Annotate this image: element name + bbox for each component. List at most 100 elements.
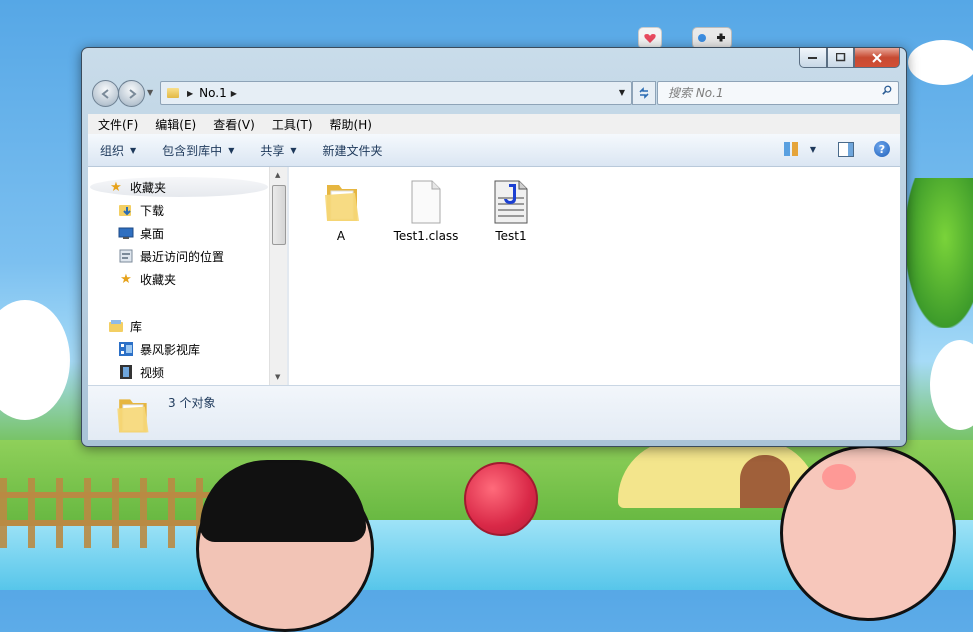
folder-icon bbox=[317, 177, 365, 225]
nav-item-label: 暴风影视库 bbox=[140, 342, 201, 357]
nav-favorites-header-label: 收藏夹 bbox=[130, 180, 167, 195]
wallpaper-tree bbox=[905, 178, 973, 328]
nav-item-desktop[interactable]: 桌面 bbox=[118, 223, 164, 243]
nav-item-recent-places[interactable]: 最近访问的位置 bbox=[118, 246, 224, 266]
chevron-down-icon: ▼ bbox=[228, 145, 235, 155]
star-icon: ★ bbox=[120, 271, 132, 287]
close-icon bbox=[872, 52, 882, 63]
search-input[interactable] bbox=[666, 82, 870, 104]
menu-bar: 文件(F) 编辑(E) 查看(V) 工具(T) 帮助(H) bbox=[88, 114, 900, 134]
search-icon[interactable] bbox=[882, 85, 892, 95]
wallpaper-cloud bbox=[908, 40, 973, 85]
blank-file-icon bbox=[402, 177, 450, 225]
file-name: Test1.class bbox=[393, 229, 459, 243]
command-bar: 组织 ▼ 包含到库中 ▼ 共享 ▼ 新建文件夹 ▼ ? bbox=[88, 134, 900, 167]
arrow-left-icon bbox=[100, 88, 109, 99]
scroll-up-icon[interactable]: ▲ bbox=[275, 171, 280, 179]
minimize-button[interactable] bbox=[799, 48, 827, 68]
video-library-icon bbox=[118, 341, 134, 357]
file-item-folder-a[interactable]: A bbox=[299, 177, 383, 243]
menu-view[interactable]: 查看(V) bbox=[203, 116, 262, 133]
breadcrumb-segment[interactable]: No.1 bbox=[199, 86, 227, 100]
menu-file[interactable]: 文件(F) bbox=[88, 116, 145, 133]
details-pane: 3 个对象 bbox=[88, 385, 900, 440]
file-name: Test1 bbox=[495, 229, 527, 243]
close-button[interactable] bbox=[854, 48, 900, 68]
share-button[interactable]: 共享 ▼ bbox=[248, 142, 306, 159]
navigation-bar: ▼ ▶ No.1 ▶ ▼ bbox=[90, 80, 899, 107]
recent-locations-dropdown[interactable]: ▼ bbox=[147, 88, 153, 97]
nav-item-downloads[interactable]: 下载 bbox=[118, 200, 164, 220]
wallpaper-fence-rail bbox=[0, 492, 220, 498]
preview-pane-icon[interactable] bbox=[838, 141, 854, 157]
refresh-button[interactable] bbox=[632, 81, 656, 105]
nav-item-label: 最近访问的位置 bbox=[140, 249, 225, 264]
wallpaper-character-cheek bbox=[822, 464, 856, 490]
nav-item-label: 收藏夹 bbox=[140, 272, 177, 287]
view-options-dropdown[interactable]: ▼ bbox=[810, 145, 816, 154]
nav-pane-scrollbar[interactable]: ▲ ▼ bbox=[269, 167, 287, 385]
share-label: 共享 bbox=[260, 143, 285, 158]
downloads-folder-icon bbox=[118, 202, 134, 218]
file-item-test1-class[interactable]: Test1.class bbox=[384, 177, 468, 243]
minimize-icon bbox=[808, 56, 817, 59]
address-bar[interactable]: ▶ No.1 ▶ ▼ bbox=[160, 81, 632, 105]
folder-icon bbox=[117, 399, 149, 433]
wallpaper-house-door bbox=[740, 455, 790, 508]
nav-item-baofeng-library[interactable]: 暴风影视库 bbox=[118, 339, 200, 359]
chevron-down-icon: ▼ bbox=[290, 145, 297, 155]
forward-button[interactable] bbox=[118, 80, 145, 107]
nav-favorites-header[interactable]: ★ 收藏夹 bbox=[90, 177, 268, 197]
include-in-library-button[interactable]: 包含到库中 ▼ bbox=[150, 142, 244, 159]
item-count: 3 个对象 bbox=[168, 396, 216, 410]
menu-tools[interactable]: 工具(T) bbox=[262, 116, 320, 133]
search-box[interactable] bbox=[657, 81, 899, 105]
maximize-icon bbox=[835, 53, 845, 62]
maximize-button[interactable] bbox=[827, 48, 854, 68]
view-controls: ▼ ? bbox=[783, 141, 890, 157]
explorer-window[interactable]: ▼ ▶ No.1 ▶ ▼ 文件(F) 编辑(E) 查看(V) 工具(T) 帮助(… bbox=[81, 47, 907, 447]
menu-help[interactable]: 帮助(H) bbox=[320, 116, 379, 133]
folder-icon bbox=[167, 88, 179, 98]
change-view-icon[interactable] bbox=[783, 142, 798, 156]
include-in-library-label: 包含到库中 bbox=[162, 143, 223, 158]
desktop-gamepad-icon[interactable] bbox=[692, 27, 732, 49]
scrollbar-thumb[interactable] bbox=[272, 185, 286, 245]
film-strip-icon bbox=[118, 364, 134, 380]
breadcrumb-chevron-icon[interactable]: ▶ bbox=[231, 89, 237, 98]
arrow-right-icon bbox=[128, 88, 137, 99]
nav-libraries-header[interactable]: 库 bbox=[108, 316, 142, 336]
java-file-icon bbox=[487, 177, 535, 225]
menu-edit[interactable]: 编辑(E) bbox=[145, 116, 203, 133]
nav-item-label: 桌面 bbox=[140, 226, 165, 241]
wallpaper-character-right bbox=[780, 445, 956, 621]
scroll-down-icon[interactable]: ▼ bbox=[275, 373, 280, 381]
nav-item-label: 下载 bbox=[140, 203, 165, 218]
desktop-shirt-icon[interactable] bbox=[638, 27, 662, 49]
nav-item-label: 视频 bbox=[140, 365, 165, 380]
breadcrumb-chevron-icon[interactable]: ▶ bbox=[187, 89, 193, 98]
new-folder-button[interactable]: 新建文件夹 bbox=[311, 142, 393, 159]
file-list[interactable]: A Test1.class Test1 bbox=[289, 167, 900, 385]
wallpaper-cloud bbox=[930, 340, 973, 430]
desktop-icon bbox=[118, 225, 134, 241]
recent-places-icon bbox=[118, 248, 134, 264]
chevron-down-icon: ▼ bbox=[130, 145, 137, 155]
help-icon[interactable]: ? bbox=[874, 141, 890, 157]
wallpaper-fence-rail bbox=[0, 520, 220, 526]
caption-buttons bbox=[799, 48, 900, 68]
nav-item-favorites[interactable]: ★ 收藏夹 bbox=[118, 269, 176, 289]
wallpaper-cloud bbox=[0, 300, 70, 420]
address-history-dropdown[interactable]: ▼ bbox=[619, 88, 625, 97]
refresh-icon bbox=[639, 87, 649, 99]
file-name: A bbox=[336, 229, 346, 243]
star-icon: ★ bbox=[110, 179, 122, 195]
nav-item-videos[interactable]: 视频 bbox=[118, 362, 164, 382]
wallpaper-fence bbox=[0, 478, 220, 548]
organize-button[interactable]: 组织 ▼ bbox=[88, 142, 146, 159]
library-icon bbox=[108, 318, 124, 334]
file-item-test1-java[interactable]: Test1 bbox=[469, 177, 553, 243]
nav-libraries-header-label: 库 bbox=[130, 319, 143, 334]
back-button[interactable] bbox=[92, 80, 119, 107]
wallpaper-ball bbox=[464, 462, 538, 536]
